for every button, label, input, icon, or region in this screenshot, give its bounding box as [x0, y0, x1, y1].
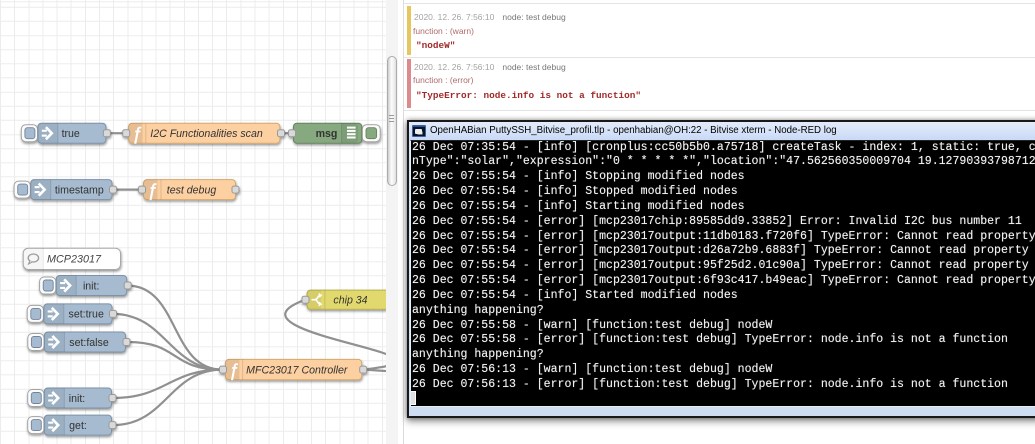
svg-text:MCP23017: MCP23017: [47, 254, 102, 266]
svg-text:ƒ: ƒ: [229, 360, 239, 380]
svg-text:true: true: [62, 128, 80, 140]
svg-text:set:false: set:false: [69, 337, 109, 349]
svg-text:test debug: test debug: [167, 184, 217, 196]
svg-text:I2C Functionalities scan: I2C Functionalities scan: [150, 128, 263, 140]
svg-text:ƒ: ƒ: [132, 123, 142, 143]
svg-text:set:true: set:true: [69, 309, 104, 321]
svg-text:timestamp: timestamp: [55, 184, 104, 196]
svg-text:chip 34: chip 34: [333, 295, 367, 307]
svg-text:init:: init:: [83, 280, 100, 292]
svg-text:get:: get:: [69, 420, 87, 432]
svg-text:init:: init:: [69, 393, 86, 405]
svg-text:msg: msg: [316, 128, 338, 140]
svg-text:MFC23017 Controller: MFC23017 Controller: [246, 364, 348, 376]
svg-text:ƒ: ƒ: [147, 180, 157, 200]
